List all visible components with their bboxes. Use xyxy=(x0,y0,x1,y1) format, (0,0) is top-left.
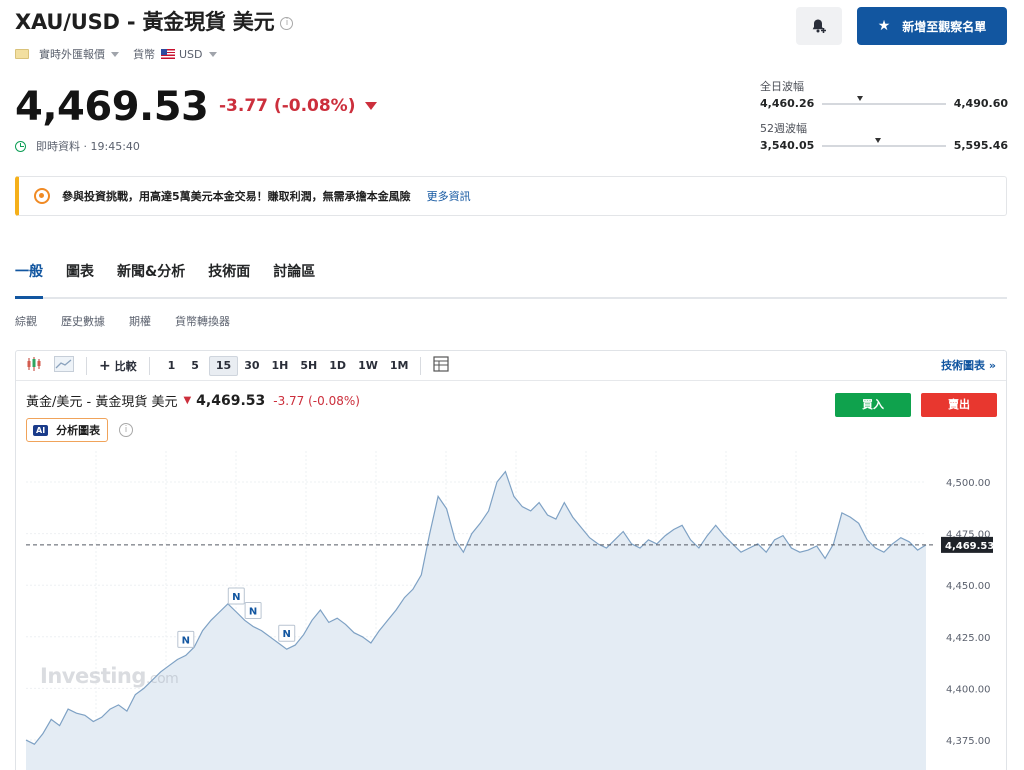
target-icon xyxy=(34,188,50,204)
folder-icon xyxy=(15,49,29,59)
realtime-status: 即時資料 · 19:45:40 xyxy=(15,138,140,154)
news-marker[interactable]: N xyxy=(244,601,262,619)
subtab-overview[interactable]: 綜觀 xyxy=(15,313,37,329)
tab-technical[interactable]: 技術面 xyxy=(208,262,250,299)
sub-tabs: 綜觀 歷史數據 期權 貨幣轉換器 xyxy=(15,313,254,329)
page-title: XAU/USD - 黃金現貨 美元 i xyxy=(15,6,294,36)
subtab-options[interactable]: 期權 xyxy=(129,313,151,329)
last-price: 4,469.53 xyxy=(15,84,209,130)
news-marker-label: N xyxy=(232,592,240,603)
news-marker-label: N xyxy=(182,635,190,646)
tab-news-analysis[interactable]: 新聞&分析 xyxy=(117,262,185,299)
news-marker-label: N xyxy=(283,629,291,640)
y-tick-label: 4,375.00 xyxy=(946,736,991,747)
us-flag-icon xyxy=(161,49,175,59)
chevron-down-icon[interactable] xyxy=(208,51,217,57)
day-range-marker xyxy=(857,95,864,101)
info-circle-icon[interactable]: i xyxy=(119,423,133,437)
toolbar-divider xyxy=(86,356,87,375)
star-icon: ★ xyxy=(877,18,891,34)
more-info-link[interactable]: 更多資訊 xyxy=(427,188,471,204)
news-marker[interactable]: N xyxy=(278,624,296,642)
week52-range-marker xyxy=(874,137,881,143)
promo-banner: 參與投資挑戰，用高達5萬美元本金交易！賺取利潤，無需承擔本金風險 更多資訊 xyxy=(15,176,1007,216)
plus-icon: + xyxy=(99,357,111,374)
y-tick-label: 4,500.00 xyxy=(946,478,991,489)
interval-5[interactable]: 5 xyxy=(185,356,205,376)
promo-text: 參與投資挑戰，用高達5萬美元本金交易！賺取利潤，無需承擔本金風險 xyxy=(62,190,411,203)
down-arrow-icon: ▼ xyxy=(183,395,192,406)
toolbar-divider xyxy=(420,356,422,375)
news-marker[interactable]: N xyxy=(227,587,245,605)
down-arrow-icon xyxy=(364,102,377,110)
week52-range-bar xyxy=(822,137,946,147)
technical-chart-link[interactable]: 技術圖表 » xyxy=(941,351,996,381)
interval-15[interactable]: 15 xyxy=(208,355,239,376)
chart-instrument-name: 黃金/美元 - 黃金現貨 美元 xyxy=(26,395,178,410)
interval-1[interactable]: 1 xyxy=(162,356,182,376)
day-range: 全日波幅 4,460.26 4,490.60 xyxy=(760,80,1008,110)
chart-price: 4,469.53 xyxy=(196,392,266,409)
chevron-down-icon[interactable] xyxy=(111,51,119,57)
buy-button[interactable]: 買入 xyxy=(835,393,911,417)
quote-meta: 實時外匯報價 貨幣 USD xyxy=(15,46,231,62)
chart-header: 黃金/美元 - 黃金現貨 美元 ▼ 4,469.53 -3.77 (-0.08%… xyxy=(26,391,360,411)
currency-label: 貨幣 xyxy=(133,48,155,61)
day-range-low: 4,460.26 xyxy=(760,97,815,110)
subtab-historical-data[interactable]: 歷史數據 xyxy=(61,313,105,329)
price-area-fill xyxy=(26,471,926,770)
sell-button[interactable]: 賣出 xyxy=(921,393,997,417)
info-circle-icon[interactable]: i xyxy=(280,17,294,30)
tab-discussion[interactable]: 討論區 xyxy=(273,262,315,299)
day-range-high: 4,490.60 xyxy=(953,97,1008,110)
news-marker-label: N xyxy=(249,606,257,617)
main-tabs: 一般 圖表 新聞&分析 技術面 討論區 xyxy=(15,262,1007,299)
tab-chart[interactable]: 圖表 xyxy=(66,262,94,299)
table-view-icon[interactable] xyxy=(427,355,455,376)
clock-icon xyxy=(15,140,26,152)
week52-range-high: 5,595.46 xyxy=(953,139,1008,152)
candlestick-icon[interactable] xyxy=(16,356,48,376)
price-area-chart[interactable]: 4,375.004,400.004,425.004,450.004,475.00… xyxy=(16,451,1006,770)
chart-panel: + 比較 1 5 15 30 1H 5H 1D 1W 1M 技術圖表 » 黃金/… xyxy=(15,350,1007,770)
price-change: -3.77 (-0.08%) xyxy=(219,96,377,116)
investing-watermark: Investing.com xyxy=(40,664,179,688)
chart-change: -3.77 (-0.08%) xyxy=(273,393,360,408)
day-range-bar xyxy=(822,95,946,105)
compare-button[interactable]: + 比較 xyxy=(93,356,143,376)
week52-range-low: 3,540.05 xyxy=(760,139,815,152)
source-dropdown[interactable]: 實時外匯報價 xyxy=(39,46,105,62)
interval-1h[interactable]: 1H xyxy=(266,356,295,376)
chart-toolbar: + 比較 1 5 15 30 1H 5H 1D 1W 1M 技術圖表 » xyxy=(16,351,1006,381)
ai-icon: AI xyxy=(33,424,49,436)
interval-5h[interactable]: 5H xyxy=(294,356,323,376)
interval-1m[interactable]: 1M xyxy=(384,356,415,376)
week52-range: 52週波幅 3,540.05 5,595.46 xyxy=(760,122,1008,152)
y-tick-label: 4,425.00 xyxy=(946,633,991,644)
interval-30[interactable]: 30 xyxy=(238,356,265,376)
price-alert-button[interactable] xyxy=(796,7,842,45)
add-to-watchlist-button[interactable]: ★ 新增至觀察名單 xyxy=(857,7,1007,45)
tab-general[interactable]: 一般 xyxy=(15,262,43,299)
last-price-label: 4,469.53 xyxy=(945,541,994,552)
interval-1d[interactable]: 1D xyxy=(323,356,352,376)
y-tick-label: 4,400.00 xyxy=(946,684,991,695)
subtab-currency-converter[interactable]: 貨幣轉換器 xyxy=(175,313,230,329)
toolbar-divider xyxy=(148,356,150,375)
y-tick-label: 4,450.00 xyxy=(946,581,991,592)
bell-plus-icon xyxy=(812,19,826,33)
news-marker[interactable]: N xyxy=(177,630,195,648)
ai-analysis-button[interactable]: AI 分析圖表 xyxy=(26,418,109,442)
area-chart-icon[interactable] xyxy=(48,355,80,376)
currency-dropdown[interactable]: USD xyxy=(179,48,203,61)
interval-1w[interactable]: 1W xyxy=(352,356,384,376)
